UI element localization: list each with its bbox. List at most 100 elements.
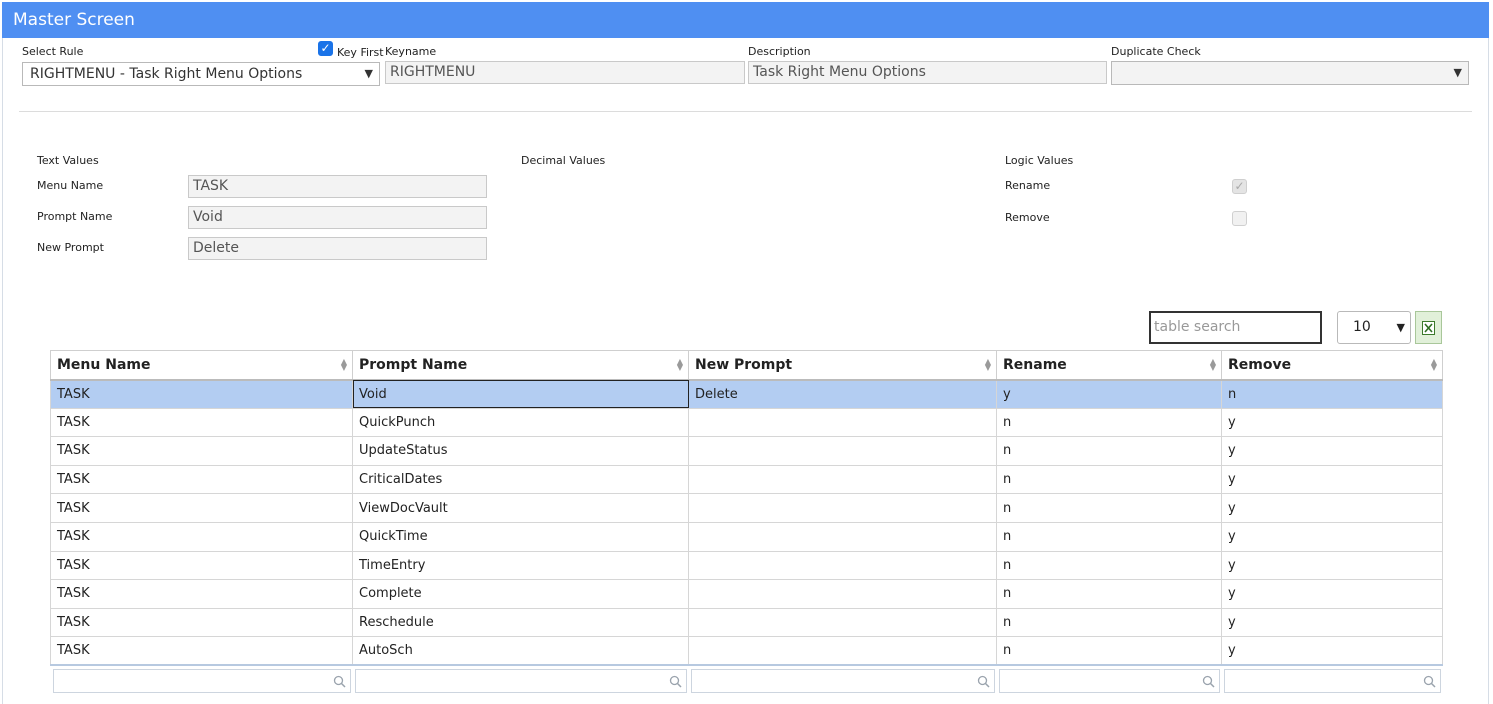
menu-name-field[interactable]: TASK (188, 175, 487, 198)
cell-menu-name[interactable]: TASK (50, 607, 353, 638)
cell-new-prompt[interactable]: Delete (688, 379, 997, 409)
chevron-down-icon: ▼ (1453, 66, 1462, 79)
cell-prompt-name[interactable]: Reschedule (352, 607, 689, 638)
excel-export-icon (1422, 321, 1435, 335)
cell-prompt-name[interactable]: Void (352, 379, 689, 409)
cell-menu-name[interactable]: TASK (50, 436, 353, 466)
cell-prompt-name[interactable]: QuickTime (352, 521, 689, 552)
filter-menu-name-input[interactable] (52, 669, 351, 694)
description-field[interactable]: Task Right Menu Options (748, 61, 1107, 84)
cell-prompt-name[interactable]: CriticalDates (352, 464, 689, 495)
cell-rename[interactable]: n (996, 579, 1222, 609)
cell-menu-name[interactable]: TASK (50, 579, 353, 609)
cell-new-prompt[interactable] (688, 436, 997, 466)
cell-new-prompt[interactable] (688, 607, 997, 638)
cell-new-prompt[interactable] (688, 493, 997, 523)
cell-remove[interactable]: y (1221, 493, 1443, 523)
column-header-menu-name[interactable]: Menu Name ▲ ▼ (50, 350, 353, 381)
cell-rename[interactable]: n (996, 407, 1222, 438)
prompt-name-field[interactable]: Void (188, 206, 487, 229)
menu-name-label: Menu Name (37, 179, 104, 192)
cell-remove[interactable]: y (1221, 407, 1443, 438)
cell-menu-name[interactable]: TASK (50, 550, 353, 581)
cell-rename[interactable]: n (996, 521, 1222, 552)
keyname-field[interactable]: RIGHTMENU (385, 61, 745, 84)
cell-remove[interactable]: y (1221, 607, 1443, 638)
cell-prompt-name[interactable]: ViewDocVault (352, 493, 689, 523)
cell-rename[interactable]: y (996, 379, 1222, 409)
table-row[interactable]: TASK UpdateStatus n y (50, 436, 1443, 466)
cell-remove[interactable]: n (1221, 379, 1443, 409)
filter-remove-input[interactable] (1223, 669, 1441, 694)
text-values-heading: Text Values (37, 154, 99, 167)
cell-remove[interactable]: y (1221, 436, 1443, 466)
table-row[interactable]: TASK AutoSch n y (50, 636, 1443, 666)
new-prompt-label: New Prompt (37, 241, 104, 254)
cell-rename[interactable]: n (996, 607, 1222, 638)
search-icon (1423, 676, 1436, 688)
cell-rename[interactable]: n (996, 493, 1222, 523)
cell-remove[interactable]: y (1221, 579, 1443, 609)
window-title: Master Screen (2, 2, 1489, 38)
search-icon (333, 676, 346, 688)
sort-icon: ▲ ▼ (984, 357, 991, 372)
cell-menu-name[interactable]: TASK (50, 493, 353, 523)
search-icon (977, 676, 990, 688)
filter-rename-input[interactable] (998, 669, 1220, 694)
cell-remove[interactable]: y (1221, 636, 1443, 666)
remove-checkbox[interactable] (1232, 211, 1247, 226)
cell-menu-name[interactable]: TASK (50, 521, 353, 552)
cell-rename[interactable]: n (996, 636, 1222, 666)
cell-new-prompt[interactable] (688, 407, 997, 438)
duplicate-check-dropdown[interactable]: ▼ (1111, 61, 1469, 85)
divider (19, 111, 1472, 112)
rename-checkbox[interactable]: ✓ (1232, 179, 1247, 194)
cell-new-prompt[interactable] (688, 521, 997, 552)
cell-new-prompt[interactable] (688, 636, 997, 666)
column-header-remove[interactable]: Remove ▲ ▼ (1221, 350, 1443, 381)
column-header-prompt-name[interactable]: Prompt Name ▲ ▼ (352, 350, 689, 381)
duplicate-check-label: Duplicate Check (1111, 45, 1201, 58)
table-row[interactable]: TASK QuickPunch n y (50, 407, 1443, 438)
cell-rename[interactable]: n (996, 464, 1222, 495)
filter-row (50, 664, 1443, 697)
cell-menu-name[interactable]: TASK (50, 464, 353, 495)
column-header-new-prompt[interactable]: New Prompt ▲ ▼ (688, 350, 997, 381)
cell-prompt-name[interactable]: UpdateStatus (352, 436, 689, 466)
cell-remove[interactable]: y (1221, 550, 1443, 581)
filter-prompt-name-input[interactable] (354, 669, 687, 694)
filter-new-prompt-input[interactable] (690, 669, 995, 694)
cell-prompt-name[interactable]: AutoSch (352, 636, 689, 666)
page-size-select[interactable]: 10 ▼ (1337, 311, 1411, 344)
table-row[interactable]: TASK CriticalDates n y (50, 464, 1443, 495)
key-first-checkbox[interactable]: ✓ (318, 41, 333, 56)
select-rule-label: Select Rule (22, 45, 84, 58)
select-rule-dropdown[interactable]: RIGHTMENU - Task Right Menu Options ▼ (22, 62, 380, 86)
cell-prompt-name[interactable]: TimeEntry (352, 550, 689, 581)
cell-prompt-name[interactable]: Complete (352, 579, 689, 609)
table-row[interactable]: TASK Reschedule n y (50, 607, 1443, 638)
table-search-input[interactable]: table search (1149, 311, 1322, 344)
table-row[interactable]: TASK ViewDocVault n y (50, 493, 1443, 523)
cell-new-prompt[interactable] (688, 550, 997, 581)
page-size-value: 10 (1353, 319, 1371, 335)
cell-menu-name[interactable]: TASK (50, 407, 353, 438)
cell-rename[interactable]: n (996, 436, 1222, 466)
cell-remove[interactable]: y (1221, 464, 1443, 495)
cell-new-prompt[interactable] (688, 464, 997, 495)
cell-remove[interactable]: y (1221, 521, 1443, 552)
description-label: Description (748, 45, 811, 58)
new-prompt-field[interactable]: Delete (188, 237, 487, 260)
excel-export-button[interactable] (1415, 311, 1442, 344)
table-row[interactable]: TASK TimeEntry n y (50, 550, 1443, 581)
cell-menu-name[interactable]: TASK (50, 379, 353, 409)
column-header-rename[interactable]: Rename ▲ ▼ (996, 350, 1222, 381)
cell-prompt-name[interactable]: QuickPunch (352, 407, 689, 438)
table-row[interactable]: TASK Complete n y (50, 579, 1443, 609)
cell-menu-name[interactable]: TASK (50, 636, 353, 666)
cell-new-prompt[interactable] (688, 579, 997, 609)
cell-rename[interactable]: n (996, 550, 1222, 581)
rename-label: Rename (1005, 179, 1051, 192)
table-row[interactable]: TASK QuickTime n y (50, 521, 1443, 552)
table-row[interactable]: TASK Void Delete y n (50, 379, 1443, 409)
